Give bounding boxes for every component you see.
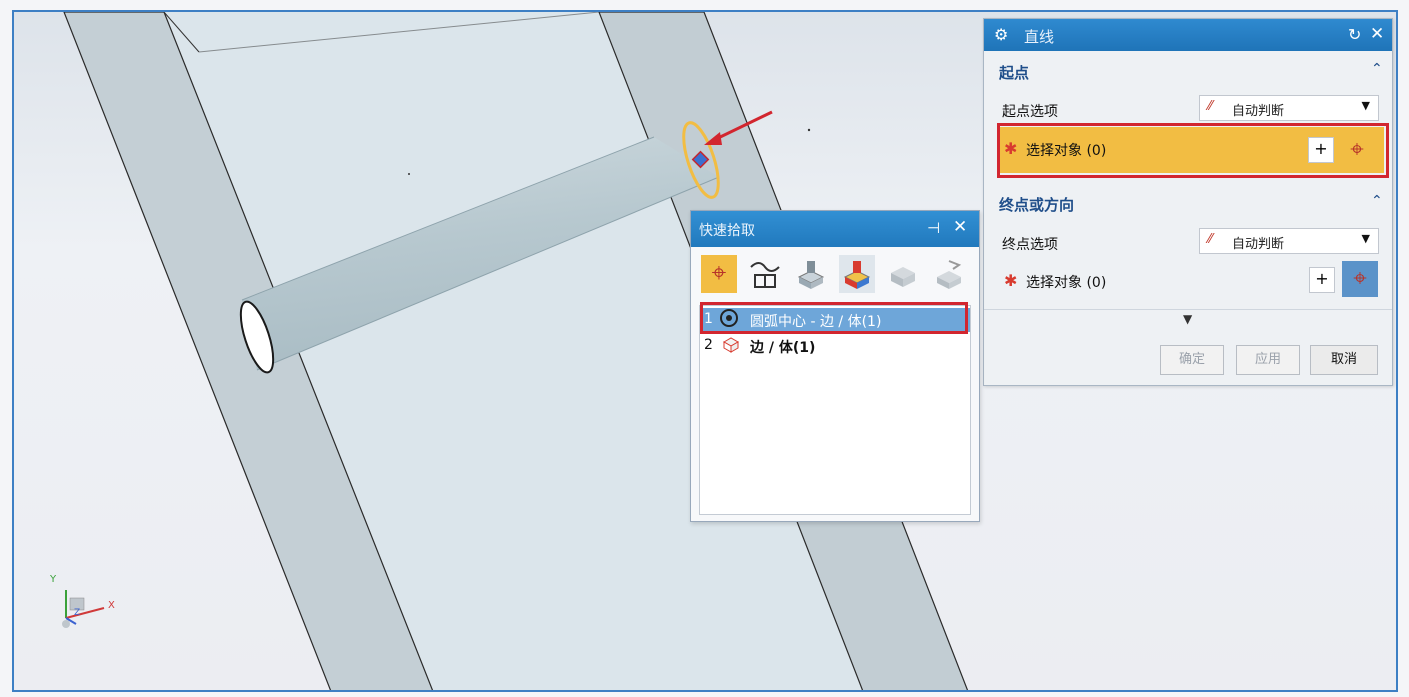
end-select-label: 选择对象 (0): [1026, 275, 1107, 291]
required-star-icon: ✱: [1004, 271, 1018, 290]
triad-z-label: Z: [74, 608, 81, 618]
coordinate-triad: [62, 590, 105, 628]
list-item-edge-body[interactable]: 2 边 / 体(1): [700, 334, 970, 358]
line-dialog-title: 直线: [1024, 28, 1055, 46]
component-filter-icon[interactable]: [931, 255, 967, 293]
collapse-end-icon[interactable]: ⌃: [1371, 193, 1383, 209]
gear-icon[interactable]: ⚙: [994, 25, 1008, 44]
end-option-label: 终点选项: [1002, 237, 1058, 253]
ok-button[interactable]: 确定: [1160, 345, 1224, 375]
close-icon[interactable]: ✕: [1370, 24, 1384, 44]
item-index: 2: [704, 337, 713, 353]
chevron-down-icon: ▼: [1361, 232, 1370, 245]
pin-icon[interactable]: ⊣: [927, 219, 940, 237]
auto-infer-icon: ⁄⁄: [1208, 232, 1213, 247]
point-filter-icon[interactable]: ⌖: [701, 255, 737, 293]
edge-body-icon: [722, 337, 740, 353]
triad-y-label: Y: [50, 574, 57, 585]
red-highlight-start: [997, 123, 1389, 178]
item-label: 边 / 体(1): [750, 340, 816, 356]
apply-button[interactable]: 应用: [1236, 345, 1300, 375]
line-dialog: ⚙ 直线 ↻ ✕ 起点 ⌃ 起点选项 ⁄⁄ 自动判断 ▼ ✱ 选择对象 (0) …: [983, 18, 1393, 386]
start-section-title[interactable]: 起点: [999, 62, 1029, 83]
feature-filter-icon[interactable]: [839, 255, 875, 293]
line-dialog-titlebar[interactable]: ⚙ 直线 ↻ ✕: [984, 19, 1392, 51]
body-filter-icon[interactable]: [885, 255, 921, 293]
curve-filter-icon[interactable]: [747, 255, 783, 293]
start-option-label: 起点选项: [1002, 104, 1058, 120]
start-option-value: 自动判断: [1232, 104, 1285, 119]
cancel-button[interactable]: 取消: [1310, 345, 1378, 375]
point-dialog-button[interactable]: +: [1309, 267, 1335, 293]
collapse-start-icon[interactable]: ⌃: [1371, 61, 1383, 77]
expand-more-icon[interactable]: ▼: [1183, 312, 1192, 326]
filter-toolbar: ⌖: [699, 253, 971, 303]
divider: [984, 309, 1392, 310]
reset-icon[interactable]: ↻: [1348, 25, 1361, 44]
end-option-dropdown[interactable]: ⁄⁄ 自动判断 ▼: [1199, 228, 1379, 254]
quick-pick-titlebar[interactable]: 快速拾取 ⊣ ✕: [691, 211, 979, 247]
end-option-value: 自动判断: [1232, 237, 1285, 252]
quick-pick-dialog: 快速拾取 ⊣ ✕ ⌖ 1 圆弧中心 - 边 / 体(1) 2 边 / 体(1): [690, 210, 980, 522]
triad-x-label: X: [108, 600, 115, 611]
auto-infer-icon: ⁄⁄: [1208, 99, 1213, 114]
screen: Y X Z ⚙ 直线 ↻ ✕ 起点 ⌃ 起点选项 ⁄⁄ 自动判断 ▼ ✱ 选择对…: [0, 0, 1409, 697]
face-filter-icon[interactable]: [793, 255, 829, 293]
quick-pick-title: 快速拾取: [699, 223, 755, 239]
red-highlight-list: [700, 302, 968, 334]
start-option-dropdown[interactable]: ⁄⁄ 自动判断 ▼: [1199, 95, 1379, 121]
pick-list: 1 圆弧中心 - 边 / 体(1) 2 边 / 体(1): [699, 305, 971, 515]
end-section-title[interactable]: 终点或方向: [999, 194, 1074, 215]
point-snap-icon[interactable]: ⌖: [1342, 261, 1378, 297]
chevron-down-icon: ▼: [1361, 99, 1370, 112]
close-icon[interactable]: ✕: [953, 217, 967, 237]
